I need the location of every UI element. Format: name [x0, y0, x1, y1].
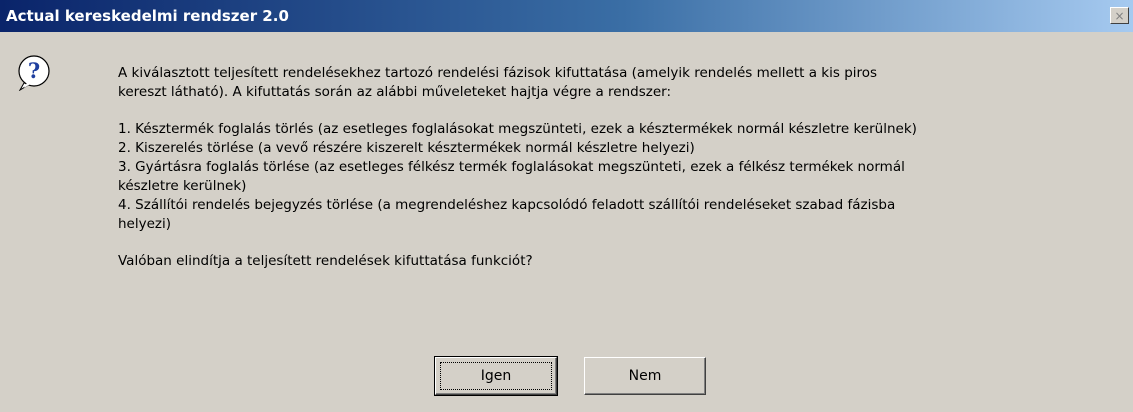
message-text: A kiválasztott teljesített rendelésekhez…	[118, 64, 1128, 271]
message-dialog: Actual kereskedelmi rendszer 2.0 × ? A k…	[0, 0, 1133, 412]
close-icon: ×	[1114, 8, 1125, 23]
list-item: 4. Szállítói rendelés bejegyzés törlése …	[118, 197, 896, 213]
intro-line: A kiválasztott teljesített rendelésekhez…	[118, 65, 878, 81]
close-button[interactable]: ×	[1110, 7, 1129, 24]
list-item: 2. Kiszerelés törlése (a vevő részére ki…	[118, 140, 695, 156]
yes-button-label: Igen	[480, 368, 512, 384]
window-title: Actual kereskedelmi rendszer 2.0	[6, 7, 289, 25]
list-item: 3. Gyártásra foglalás törlése (az esetle…	[118, 159, 905, 175]
list-item: készletre kerülnek)	[118, 178, 247, 194]
list-item: 1. Késztermék foglalás törlés (az esetle…	[118, 121, 917, 137]
svg-text:?: ?	[28, 58, 40, 83]
confirm-question: Valóban elindítja a teljesített rendelés…	[118, 253, 533, 269]
question-icon: ?	[18, 55, 50, 91]
no-button-label: Nem	[628, 368, 662, 384]
yes-button[interactable]: Igen	[434, 356, 558, 396]
no-button[interactable]: Nem	[584, 357, 706, 395]
title-bar[interactable]: Actual kereskedelmi rendszer 2.0 ×	[0, 0, 1133, 32]
list-item: helyezi)	[118, 216, 172, 232]
intro-line: kereszt látható). A kifuttatás során az …	[118, 84, 672, 100]
